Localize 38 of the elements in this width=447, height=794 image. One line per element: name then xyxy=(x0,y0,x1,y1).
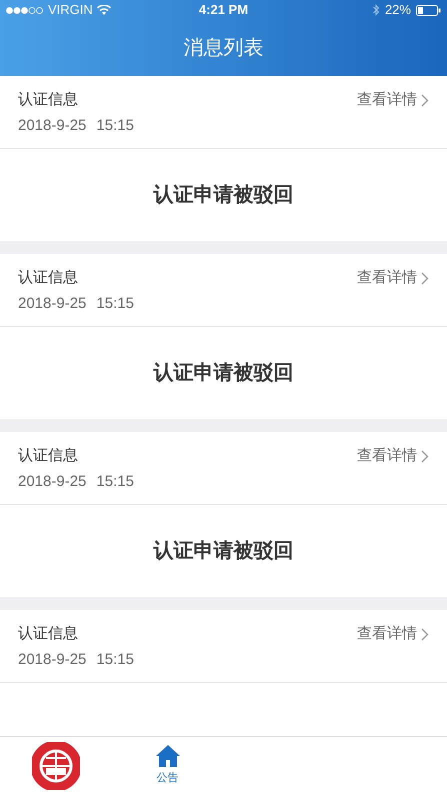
battery-percent: 22% xyxy=(384,1,411,20)
message-card[interactable]: 认证信息 2018-9-25 15:15 查看详情 认证申请被驳回 xyxy=(0,254,447,419)
message-category: 认证信息 xyxy=(18,446,79,466)
message-time: 15:15 xyxy=(96,294,134,314)
page-title: 消息列表 xyxy=(184,36,264,61)
tab-item[interactable]: 公告 xyxy=(112,737,224,794)
chevron-right-icon xyxy=(421,272,429,284)
logo-icon xyxy=(32,742,80,790)
message-title: 认证申请被驳回 xyxy=(154,183,294,208)
message-date: 2018-9-25 xyxy=(18,472,86,492)
carrier-name: VIRGIN xyxy=(48,1,93,20)
message-date: 2018-9-25 xyxy=(18,116,86,136)
wifi-icon xyxy=(96,4,111,16)
message-time: 15:15 xyxy=(96,116,134,136)
home-icon xyxy=(154,744,181,768)
view-details-link[interactable]: 查看详情 xyxy=(357,446,429,466)
status-time: 4:21 PM xyxy=(198,1,248,20)
message-time: 15:15 xyxy=(96,650,134,670)
battery-icon xyxy=(416,4,441,16)
chevron-right-icon xyxy=(421,450,429,462)
message-category: 认证信息 xyxy=(18,624,79,644)
message-date: 2018-9-25 xyxy=(18,650,86,670)
bluetooth-icon xyxy=(372,4,380,16)
view-details-link[interactable]: 查看详情 xyxy=(357,268,429,288)
chevron-right-icon xyxy=(421,94,429,106)
message-card[interactable]: 认证信息 2018-9-25 15:15 查看详情 认证申请被驳回 xyxy=(0,432,447,597)
message-category: 认证信息 xyxy=(18,268,79,288)
message-title: 认证申请被驳回 xyxy=(154,539,294,564)
view-details-link[interactable]: 查看详情 xyxy=(357,90,429,110)
message-date: 2018-9-25 xyxy=(18,294,86,314)
message-title: 认证申请被驳回 xyxy=(154,361,294,386)
signal-icon xyxy=(6,6,44,14)
chevron-right-icon xyxy=(421,628,429,640)
message-category: 认证信息 xyxy=(18,90,79,110)
message-card[interactable]: 认证信息 2018-9-25 15:15 查看详情 xyxy=(0,610,447,736)
view-details-link[interactable]: 查看详情 xyxy=(357,624,429,644)
message-time: 15:15 xyxy=(96,472,134,492)
message-card[interactable]: 认证信息 2018-9-25 15:15 查看详情 认证申请被驳回 xyxy=(0,76,447,241)
